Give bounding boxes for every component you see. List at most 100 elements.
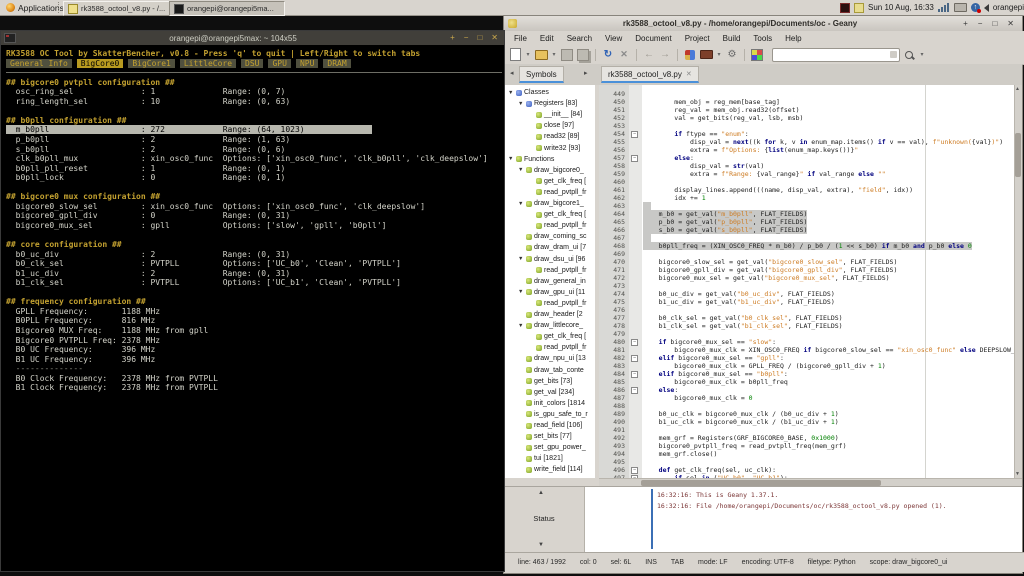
code-line[interactable]: 489 b0_uc_clk = bigcore0_mux_clk / (b0_u… — [599, 410, 1022, 418]
expander-icon[interactable]: ▼ — [508, 156, 514, 162]
code-line[interactable]: 484− elif bigcore0_mux_sel == "b0pll": — [599, 370, 1022, 378]
symbol-item[interactable]: draw_npu_ui [13 — [518, 353, 586, 364]
expander-icon[interactable]: ▼ — [518, 323, 524, 329]
symbol-item[interactable]: read_pvtpll_fr — [528, 187, 586, 198]
code-line[interactable]: 487 bigcore0_mux_clk = 0 — [599, 394, 1022, 402]
code-line[interactable]: 464 m_b0 = get_val("m_b0pll", FLAT_FIELD… — [599, 210, 1022, 218]
sidebar-tab-scroll-right-icon[interactable]: ▸ — [584, 69, 588, 77]
terminal-tab-dram[interactable]: DRAM — [323, 59, 350, 69]
code-line[interactable]: 471 bigcore0_gpll_div = get_val("bigcore… — [599, 266, 1022, 274]
symbol-item[interactable]: tui [1821] — [518, 453, 563, 464]
sidebar-tab-symbols[interactable]: Symbols — [519, 66, 564, 83]
code-line[interactable]: 474 b0_uc_div = get_val("b0_uc_div", FLA… — [599, 290, 1022, 298]
fold-marker-icon[interactable]: − — [631, 387, 638, 394]
network-signal-icon[interactable] — [938, 3, 950, 12]
update-notifier-icon[interactable]: ↑ — [971, 3, 980, 12]
menu-edit[interactable]: Edit — [540, 34, 554, 43]
symbol-item[interactable]: draw_tab_conte — [518, 365, 584, 376]
code-line[interactable]: 450 mem_obj = reg_mem[base_tag] — [599, 98, 1022, 106]
geany-menu-button[interactable]: + — [963, 16, 968, 31]
menu-search[interactable]: Search — [567, 34, 592, 43]
code-line[interactable]: 482− elif bigcore0_mux_sel == "gpll": — [599, 354, 1022, 362]
symbol-item[interactable]: init_colors [1814 — [518, 398, 585, 409]
code-line[interactable]: 493 bigcore0_pvtpll_freq = read_pvtpll_f… — [599, 442, 1022, 450]
code-line[interactable]: 491 — [599, 426, 1022, 434]
expander-icon[interactable]: ▼ — [518, 256, 524, 262]
code-line[interactable]: 479 — [599, 330, 1022, 338]
menu-file[interactable]: File — [514, 34, 527, 43]
nav-forward-button[interactable]: → — [658, 48, 672, 62]
symbol-item[interactable]: get_val [234] — [518, 387, 574, 398]
symbol-item[interactable]: ▼Functions — [508, 154, 554, 165]
fold-marker-icon[interactable]: − — [631, 155, 638, 162]
symbol-item[interactable]: write_field [114] — [518, 464, 583, 475]
terminal-tab-gpu[interactable]: GPU — [268, 59, 290, 69]
symbol-item[interactable]: get_clk_freq [ — [528, 209, 586, 220]
document-tab[interactable]: rk3588_octool_v8.py ✕ — [601, 66, 699, 83]
code-line[interactable]: 496− def get_clk_freq(sel, uc_clk): — [599, 466, 1022, 474]
code-line[interactable]: 472 bigcore0_mux_sel = get_val("bigcore0… — [599, 274, 1022, 282]
code-line[interactable]: 485 bigcore0_mux_clk = b0pll_freq — [599, 378, 1022, 386]
code-line[interactable]: 466 s_b0 = get_val("s_b0pll", FLAT_FIELD… — [599, 226, 1022, 234]
task-button-terminal[interactable]: orangepi@orangepi5ma... — [169, 1, 285, 16]
code-line[interactable]: 476 — [599, 306, 1022, 314]
symbol-item[interactable]: read_field [106] — [518, 420, 582, 431]
symbol-item[interactable]: ▼draw_bigcore1_ — [518, 198, 584, 209]
symbol-item[interactable]: draw_general_in — [518, 276, 586, 287]
terminal-tab-dsu[interactable]: DSU — [241, 59, 263, 69]
code-line[interactable]: 486− else: — [599, 386, 1022, 394]
symbol-item[interactable]: is_gpu_safe_to_r — [518, 409, 588, 420]
symbols-panel[interactable]: ▼Classes▼Registers [83] __init__ [84] cl… — [506, 85, 596, 478]
menu-project[interactable]: Project — [685, 34, 710, 43]
keyboard-layout-icon[interactable] — [954, 3, 967, 12]
code-line[interactable]: 467 — [599, 234, 1022, 242]
save-button[interactable] — [560, 48, 574, 62]
code-line[interactable]: 483 bigcore0_mux_clk = GPLL_FREQ / (bigc… — [599, 362, 1022, 370]
code-line[interactable]: 494 mem_grf.close() — [599, 450, 1022, 458]
symbol-item[interactable]: ▼Variables — [508, 476, 553, 479]
terminal-tab-bigcore0[interactable]: BigCore0 — [77, 59, 124, 69]
fold-marker-icon[interactable]: − — [631, 131, 638, 138]
search-button[interactable] — [902, 48, 916, 62]
message-tab-status[interactable]: Status — [514, 514, 574, 523]
task-button-geany[interactable]: rk3588_octool_v8.py - /... — [63, 1, 173, 16]
symbol-item[interactable]: set_bits [77] — [518, 431, 572, 442]
nav-back-button[interactable]: ← — [642, 48, 656, 62]
code-line[interactable]: 480− if bigcore0_mux_sel == "slow": — [599, 338, 1022, 346]
code-line[interactable]: 455 disp_val = next((k for k, v in enum_… — [599, 138, 1022, 146]
terminal-tab-littlecore[interactable]: LittleCore — [180, 59, 236, 69]
scroll-up-icon[interactable]: ▲ — [1015, 86, 1020, 92]
code-line[interactable]: 469 — [599, 250, 1022, 258]
fold-marker-icon[interactable]: − — [631, 467, 638, 474]
code-line[interactable]: 490 b1_uc_clk = bigcore0_mux_clk / (b1_u… — [599, 418, 1022, 426]
terminal-tab-general-info[interactable]: General Info — [6, 59, 72, 69]
sidebar-tab-scroll-left-icon[interactable]: ◂ — [510, 69, 514, 77]
symbol-item[interactable]: read_pvtpll_fr — [528, 342, 586, 353]
compile-button[interactable] — [683, 48, 697, 62]
symbol-item[interactable]: read_pvtpll_fr — [528, 265, 586, 276]
new-file-dropdown[interactable]: ▾ — [524, 51, 532, 58]
code-line[interactable]: 481 bigcore0_mux_clk = XIN_OSC0_FREQ if … — [599, 346, 1022, 354]
geany-minimize-button[interactable]: − — [978, 16, 983, 31]
code-line[interactable]: 477 b0_clk_sel = get_val("b0_clk_sel", F… — [599, 314, 1022, 322]
symbol-item[interactable]: ▼Registers [83] — [518, 98, 577, 109]
symbol-item[interactable]: read_pvtpll_fr — [528, 220, 586, 231]
code-line[interactable]: 454− if ftype == "enum": — [599, 130, 1022, 138]
code-line[interactable]: 453 — [599, 122, 1022, 130]
terminal-minimize-button[interactable]: − — [464, 31, 469, 45]
symbol-item[interactable]: ▼draw_gpu_ui [11 — [518, 287, 585, 298]
code-line[interactable]: 459 extra = f"Range: {val_range}" if val… — [599, 170, 1022, 178]
editor-vscrollbar-thumb[interactable] — [1015, 133, 1021, 177]
scroll-down-icon[interactable]: ▼ — [1015, 471, 1020, 477]
code-line[interactable]: 465 p_b0 = get_val("p_b0pll", FLAT_FIELD… — [599, 218, 1022, 226]
code-line[interactable]: 461 display_lines.append(((name, disp_va… — [599, 186, 1022, 194]
code-line[interactable]: 449 — [599, 90, 1022, 98]
menu-build[interactable]: Build — [723, 34, 741, 43]
volume-icon[interactable] — [984, 4, 989, 12]
symbol-item[interactable]: set_gpu_power_ — [518, 442, 586, 453]
geany-titlebar[interactable]: rk3588_octool_v8.py - /home/orangepi/Doc… — [504, 16, 1022, 32]
symbol-item[interactable]: ▼draw_bigcore0_ — [518, 165, 584, 176]
fold-marker-icon[interactable]: − — [631, 355, 638, 362]
symbol-item[interactable]: draw_header [2 — [518, 309, 583, 320]
menu-view[interactable]: View — [605, 34, 622, 43]
